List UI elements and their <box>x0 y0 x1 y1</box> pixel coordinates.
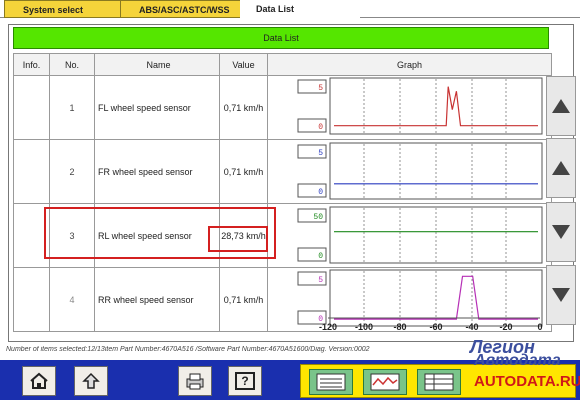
up-arrow-icon <box>552 99 570 113</box>
status-line: Number of items selected:12/13item Part … <box>6 346 370 353</box>
x-tick: -100 <box>354 322 374 332</box>
graph-ymax-label: 5 <box>318 84 323 93</box>
print-button[interactable] <box>178 366 212 396</box>
down-arrow-icon <box>552 288 570 302</box>
app-window: System select ABS/ASC/ASTC/WSS Data List… <box>0 0 580 400</box>
x-tick: -80 <box>393 322 407 332</box>
print-icon <box>186 373 204 390</box>
x-axis: -120 -100 -80 -60 -40 -20 0 <box>318 322 546 334</box>
x-tick: 0 <box>537 322 543 332</box>
graph-plot-frame <box>329 142 543 200</box>
back-arrow-icon <box>82 372 100 389</box>
table-view-button[interactable] <box>417 369 461 395</box>
help-button[interactable]: ? <box>228 366 262 396</box>
home-icon <box>30 372 48 389</box>
watermark-line2: Автодата <box>474 352 561 369</box>
up-arrow-icon <box>552 161 570 175</box>
graph-icon <box>370 373 400 391</box>
graph-ymin-label: 0 <box>318 188 323 197</box>
graph-ymax-label: 50 <box>313 213 323 222</box>
scroll-down-button[interactable] <box>546 202 576 262</box>
scroll-bottom-button[interactable] <box>546 265 576 325</box>
help-icon: ? <box>235 372 255 390</box>
graph-ymin-label: 0 <box>318 252 323 261</box>
watermark-line3: AUTODATA.RU <box>474 373 580 390</box>
list-view-button[interactable] <box>309 369 353 395</box>
x-tick: -20 <box>499 322 513 332</box>
graph-ymin-label: 0 <box>318 123 323 132</box>
graph-ymax-label: 5 <box>318 149 323 158</box>
x-tick: -120 <box>318 322 338 332</box>
table-icon <box>424 373 454 391</box>
scroll-top-button[interactable] <box>546 76 576 136</box>
back-button[interactable] <box>74 366 108 396</box>
down-arrow-icon <box>552 225 570 239</box>
value-highlight <box>208 226 268 252</box>
graph-ymax-label: 5 <box>318 276 323 285</box>
scroll-up-button[interactable] <box>546 138 576 198</box>
home-button[interactable] <box>22 366 56 396</box>
graph-plot-frame <box>329 206 543 264</box>
list-icon <box>316 373 346 391</box>
x-tick: -40 <box>465 322 479 332</box>
x-tick: -60 <box>429 322 443 332</box>
graph-view-button[interactable] <box>363 369 407 395</box>
